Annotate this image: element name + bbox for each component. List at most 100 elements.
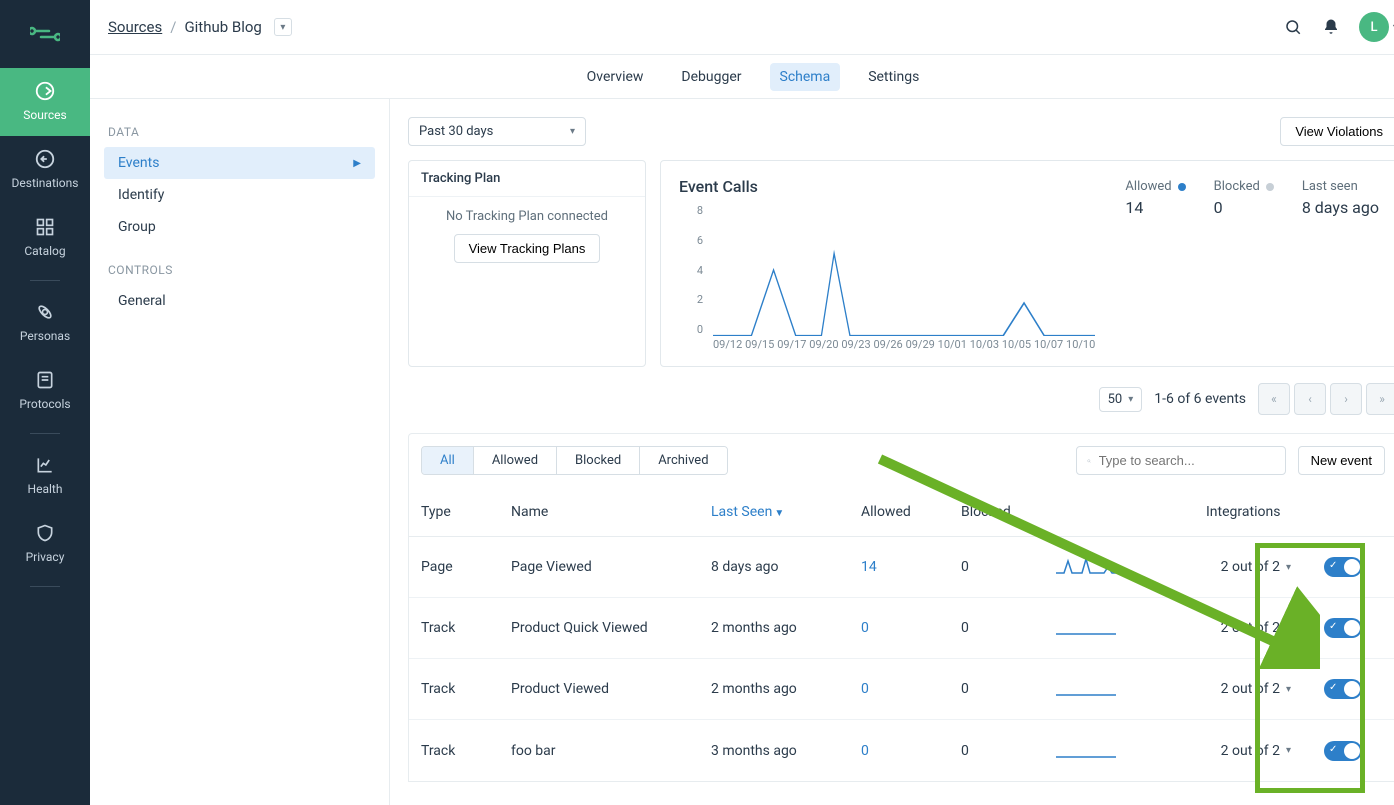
subnav-item-events[interactable]: Events ▶ bbox=[104, 147, 375, 179]
catalog-icon bbox=[34, 216, 56, 238]
tab-settings[interactable]: Settings bbox=[858, 63, 929, 91]
cell-blocked: 0 bbox=[961, 743, 1056, 759]
page-tabs: Overview Debugger Schema Settings bbox=[90, 55, 1394, 99]
chevron-down-icon: ▾ bbox=[1286, 562, 1291, 573]
personas-icon bbox=[34, 301, 56, 323]
sources-icon bbox=[34, 80, 56, 102]
rail-item-sources[interactable]: Sources bbox=[0, 68, 90, 136]
col-allowed[interactable]: Allowed bbox=[861, 504, 961, 520]
cell-allowed[interactable]: 0 bbox=[861, 620, 961, 636]
cell-sparkline bbox=[1056, 739, 1206, 763]
dot-icon bbox=[1178, 183, 1186, 191]
tab-debugger[interactable]: Debugger bbox=[671, 63, 751, 91]
search-input-wrap[interactable] bbox=[1076, 446, 1286, 475]
filter-pill-blocked[interactable]: Blocked bbox=[557, 447, 640, 474]
cell-last-seen: 2 months ago bbox=[711, 681, 861, 697]
tracking-plan-card: Tracking Plan No Tracking Plan connected… bbox=[408, 160, 646, 367]
chevron-down-icon: ▾ bbox=[1286, 623, 1291, 634]
subnav-item-identify[interactable]: Identify bbox=[104, 179, 375, 211]
dot-icon bbox=[1266, 183, 1274, 191]
page-last-button[interactable]: » bbox=[1366, 383, 1394, 415]
table-row[interactable]: TrackProduct Quick Viewed2 months ago002… bbox=[409, 598, 1394, 659]
cell-name: Product Viewed bbox=[511, 681, 711, 697]
cell-integrations[interactable]: 2 out of 2▾ bbox=[1206, 559, 1301, 575]
col-last-seen[interactable]: Last Seen▼ bbox=[711, 504, 861, 520]
search-input[interactable] bbox=[1099, 453, 1275, 468]
cell-allowed[interactable]: 14 bbox=[861, 559, 961, 575]
privacy-icon bbox=[34, 522, 56, 544]
time-range-dropdown[interactable]: Past 30 days ▾ bbox=[408, 117, 586, 146]
sort-desc-icon: ▼ bbox=[774, 508, 784, 519]
breadcrumb-sep: / bbox=[170, 18, 176, 36]
cell-sparkline bbox=[1056, 616, 1206, 640]
cell-last-seen: 3 months ago bbox=[711, 743, 861, 759]
table-row[interactable]: TrackProduct Viewed2 months ago002 out o… bbox=[409, 659, 1394, 720]
nav-rail: Sources Destinations Catalog Personas Pr… bbox=[0, 0, 90, 805]
brand-logo bbox=[23, 12, 67, 56]
chevron-down-icon: ▾ bbox=[1286, 684, 1291, 695]
rail-item-personas[interactable]: Personas bbox=[0, 289, 90, 357]
filter-pill-allowed[interactable]: Allowed bbox=[474, 447, 557, 474]
view-violations-button[interactable]: View Violations bbox=[1280, 117, 1394, 146]
page-first-button[interactable]: « bbox=[1258, 383, 1290, 415]
filter-pill-archived[interactable]: Archived bbox=[640, 447, 726, 474]
subnav-item-group[interactable]: Group bbox=[104, 211, 375, 243]
check-icon: ✓ bbox=[1329, 621, 1337, 632]
col-integrations[interactable]: Integrations bbox=[1206, 504, 1301, 520]
pagination: 50 ▾ 1-6 of 6 events « ‹ › » bbox=[408, 383, 1394, 415]
rail-item-destinations[interactable]: Destinations bbox=[0, 136, 90, 204]
event-toggle[interactable]: ✓ bbox=[1324, 557, 1362, 577]
rail-item-catalog[interactable]: Catalog bbox=[0, 204, 90, 272]
cell-allowed[interactable]: 0 bbox=[861, 743, 961, 759]
breadcrumb-dropdown[interactable]: ▾ bbox=[274, 18, 292, 36]
rail-item-protocols[interactable]: Protocols bbox=[0, 357, 90, 425]
user-menu[interactable]: L ▾ bbox=[1359, 12, 1394, 42]
rail-item-privacy[interactable]: Privacy bbox=[0, 510, 90, 578]
subnav-item-general[interactable]: General bbox=[104, 285, 375, 317]
filter-pill-group: All Allowed Blocked Archived bbox=[421, 446, 728, 475]
page-size-dropdown[interactable]: 50 ▾ bbox=[1099, 387, 1143, 412]
rail-item-health[interactable]: Health bbox=[0, 442, 90, 510]
search-icon[interactable] bbox=[1283, 17, 1303, 37]
bell-icon[interactable] bbox=[1321, 17, 1341, 37]
table-row[interactable]: PagePage Viewed8 days ago1402 out of 2▾✓ bbox=[409, 537, 1394, 598]
table-row[interactable]: Trackfoo bar3 months ago002 out of 2▾✓ bbox=[409, 720, 1394, 781]
chart-title: Event Calls bbox=[679, 177, 1095, 196]
tab-overview[interactable]: Overview bbox=[577, 63, 654, 91]
col-name[interactable]: Name bbox=[511, 504, 711, 520]
cell-name: Product Quick Viewed bbox=[511, 620, 711, 636]
cell-integrations[interactable]: 2 out of 2▾ bbox=[1206, 743, 1301, 759]
filter-pill-all[interactable]: All bbox=[422, 447, 474, 474]
page-prev-button[interactable]: ‹ bbox=[1294, 383, 1326, 415]
check-icon: ✓ bbox=[1329, 744, 1337, 755]
pagination-info: 1-6 of 6 events bbox=[1154, 391, 1246, 407]
col-type[interactable]: Type bbox=[421, 504, 511, 520]
rail-divider bbox=[30, 280, 60, 281]
schema-content: Past 30 days ▾ View Violations Tracking … bbox=[390, 99, 1394, 805]
col-blocked[interactable]: Blocked bbox=[961, 504, 1056, 520]
tracking-plan-title: Tracking Plan bbox=[409, 161, 645, 197]
cell-type: Page bbox=[421, 559, 511, 575]
cell-name: foo bar bbox=[511, 743, 711, 759]
page-next-button[interactable]: › bbox=[1330, 383, 1362, 415]
event-toggle[interactable]: ✓ bbox=[1324, 741, 1362, 761]
check-icon: ✓ bbox=[1329, 682, 1337, 693]
schema-subnav: DATA Events ▶ Identify Group CONTROLS Ge… bbox=[90, 99, 390, 805]
chart-stats: Allowed 14 Blocked 0 Last seen 8 days ag… bbox=[1125, 177, 1379, 354]
cell-integrations[interactable]: 2 out of 2▾ bbox=[1206, 681, 1301, 697]
chevron-down-icon: ▾ bbox=[1286, 745, 1291, 756]
subnav-section-controls: CONTROLS bbox=[108, 263, 375, 277]
filter-row: All Allowed Blocked Archived New event bbox=[408, 433, 1394, 487]
cell-allowed[interactable]: 0 bbox=[861, 681, 961, 697]
view-tracking-plans-button[interactable]: View Tracking Plans bbox=[454, 234, 601, 263]
stat-allowed: Allowed 14 bbox=[1125, 179, 1185, 354]
events-table: Type Name Last Seen▼ Allowed Blocked Int… bbox=[408, 487, 1394, 782]
event-toggle[interactable]: ✓ bbox=[1324, 618, 1362, 638]
new-event-button[interactable]: New event bbox=[1298, 446, 1385, 475]
tab-schema[interactable]: Schema bbox=[770, 63, 841, 91]
breadcrumb-root[interactable]: Sources bbox=[108, 18, 162, 36]
cell-integrations[interactable]: 2 out of 2▾ bbox=[1206, 620, 1301, 636]
event-toggle[interactable]: ✓ bbox=[1324, 679, 1362, 699]
stat-blocked: Blocked 0 bbox=[1214, 179, 1274, 354]
event-calls-card: Event Calls 8 6 4 2 0 bbox=[660, 160, 1394, 367]
